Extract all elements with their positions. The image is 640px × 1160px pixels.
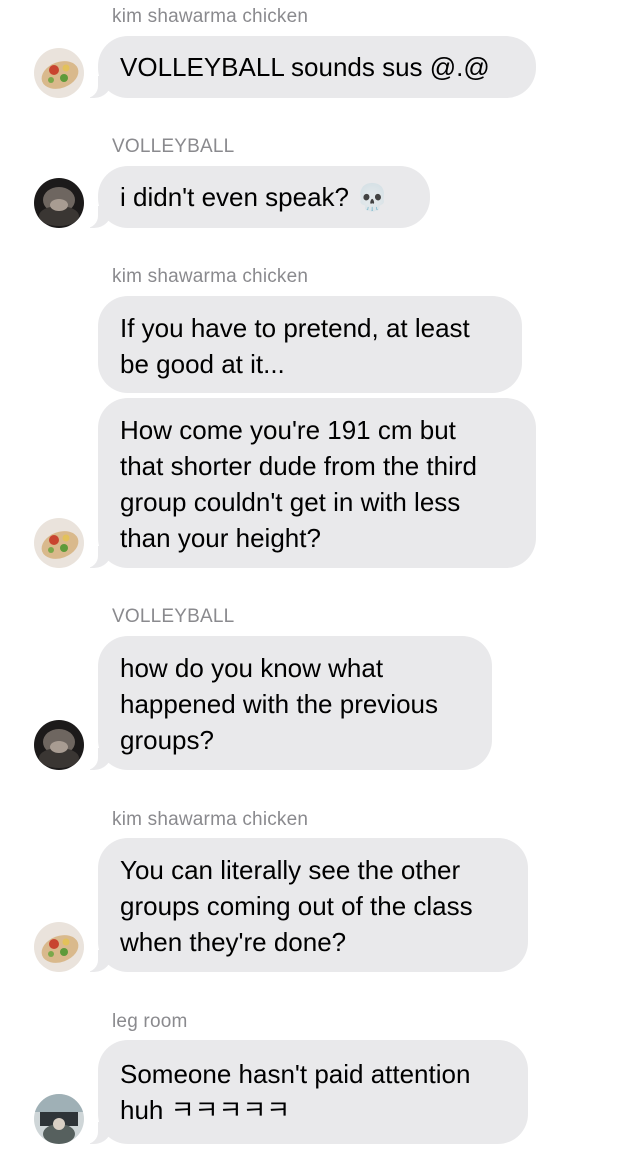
message-text: happened with the previous [120, 689, 439, 719]
message-text: VOLLEYBALL sounds sus @.@ [120, 52, 490, 82]
sender-name: kim shawarma chicken [112, 266, 309, 287]
message-bubble[interactable]: If you have to pretend, at least be good… [98, 296, 522, 393]
bubble-tail [80, 1122, 112, 1144]
message-text: groups? [120, 725, 214, 755]
message-bubble[interactable]: i didn't even speak? 💀 [80, 166, 430, 228]
sender-name: VOLLEYBALL [112, 136, 235, 157]
message-text: that shorter dude from the third [120, 451, 477, 481]
message-bubble[interactable]: How come you're 191 cm but that shorter … [80, 398, 536, 568]
message-text: be good at it... [120, 349, 285, 379]
message-text: How come you're 191 cm but [120, 415, 456, 445]
message-text: huh ㅋㅋㅋㅋㅋ [120, 1095, 291, 1125]
message-text: than your height? [120, 523, 321, 553]
bubble-tail [80, 206, 112, 228]
message-bubble[interactable]: VOLLEYBALL sounds sus @.@ [80, 36, 536, 98]
dark-portrait-avatar[interactable] [34, 720, 84, 770]
shawarma-wrap-avatar[interactable] [34, 922, 84, 972]
outdoor-photo-avatar[interactable] [34, 1094, 84, 1144]
message-bubble[interactable]: You can literally see the other groups c… [80, 838, 528, 972]
sender-name: kim shawarma chicken [112, 6, 309, 27]
sender-name: VOLLEYBALL [112, 606, 235, 627]
shawarma-wrap-avatar[interactable] [34, 518, 84, 568]
message-text: when they're done? [120, 927, 347, 957]
bubble-tail [80, 950, 112, 972]
sender-name: kim shawarma chicken [112, 809, 309, 830]
bubble-tail [80, 76, 112, 98]
dark-portrait-avatar[interactable] [34, 178, 84, 228]
message-text: groups coming out of the class [120, 891, 473, 921]
message-text: group couldn't get in with less [120, 487, 461, 517]
sender-name: leg room [112, 1011, 188, 1032]
message-text: You can literally see the other [120, 855, 461, 885]
message-text: Someone hasn't paid attention [120, 1059, 471, 1089]
shawarma-wrap-avatar[interactable] [34, 48, 84, 98]
message-text: i didn't even speak? 💀 [120, 182, 389, 212]
bubble-tail [80, 546, 112, 568]
message-bubble[interactable]: how do you know what happened with the p… [80, 636, 492, 770]
bubble-tail [80, 748, 112, 770]
message-bubble[interactable]: Someone hasn't paid attention huh ㅋㅋㅋㅋㅋ [80, 1040, 528, 1144]
message-text: how do you know what [120, 653, 384, 683]
message-text: If you have to pretend, at least [120, 313, 470, 343]
